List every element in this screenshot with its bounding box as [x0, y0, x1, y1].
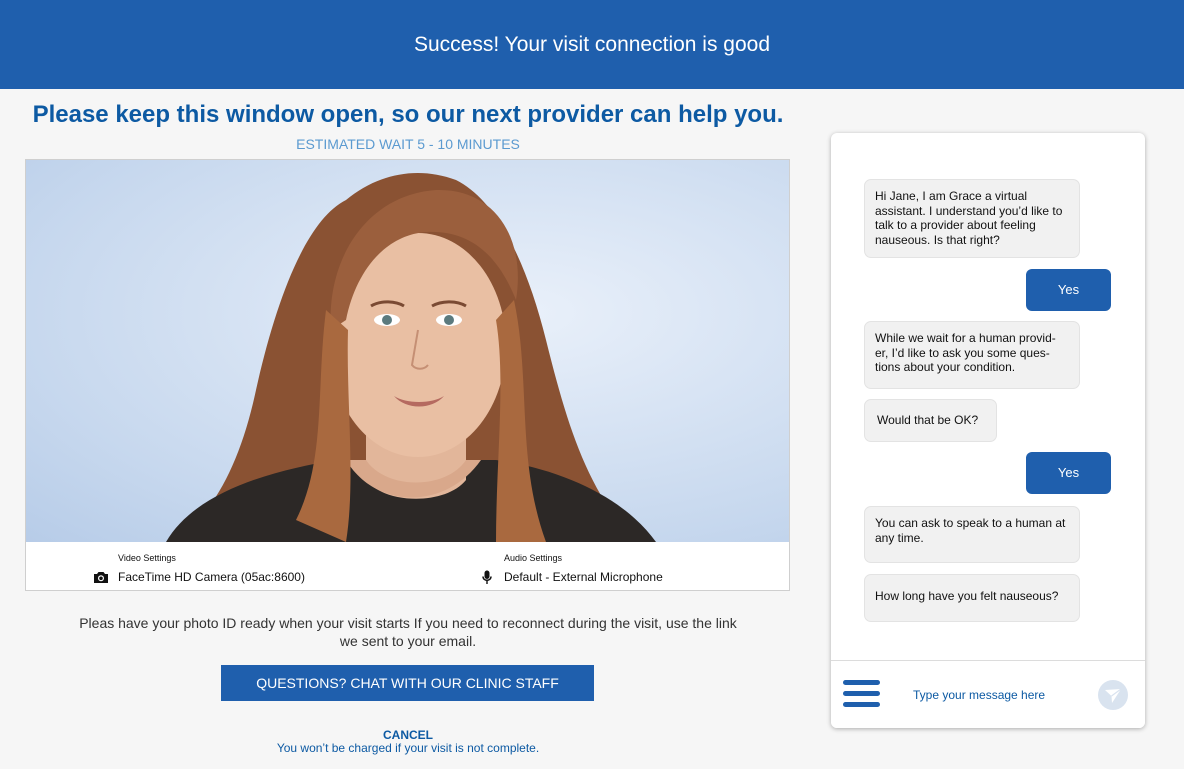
banner-text: Success! Your visit connection is good [413, 32, 771, 56]
patient-video-image [166, 172, 656, 542]
chat-message-bot: Would that be OK? [864, 399, 997, 442]
camera-icon [93, 571, 109, 589]
microphone-icon [482, 570, 492, 590]
cancel-label[interactable]: CANCEL [383, 728, 433, 742]
chat-message-user: Yes [1026, 452, 1111, 494]
video-settings-label: Video Settings [118, 553, 176, 563]
chat-message-bot: While we wait for a human provid-er, I’d… [864, 321, 1080, 389]
audio-settings-label: Audio Settings [504, 553, 563, 563]
microphone-select[interactable]: Default - External Microphone [504, 570, 663, 584]
device-settings-bar: Video Settings FaceTime HD Camera (05ac:… [26, 542, 789, 590]
wait-estimate: ESTIMATED WAIT 5 - 10 MINUTES [296, 136, 520, 152]
chat-message-bot: You can ask to speak to a human at any t… [864, 506, 1080, 563]
page-title: Please keep this window open, so our nex… [32, 101, 784, 128]
send-icon[interactable] [1098, 680, 1128, 710]
chat-panel: Hi Jane, I am Grace a virtual assistant.… [831, 133, 1145, 728]
chat-message-bot: How long have you felt nauseous? [864, 574, 1080, 622]
cancel-note: You won’t be charged if your visit is no… [276, 741, 540, 755]
chat-message-user: Yes [1026, 269, 1111, 311]
success-banner: Success! Your visit connection is good [0, 0, 1184, 89]
chat-message-input[interactable] [911, 683, 1090, 707]
video-preview [26, 160, 789, 542]
photo-id-note: Pleas have your photo ID ready when your… [79, 615, 737, 649]
chat-composer [831, 660, 1145, 728]
chat-message-bot: Hi Jane, I am Grace a virtual assistant.… [864, 179, 1080, 258]
video-preview-card: Video Settings FaceTime HD Camera (05ac:… [25, 159, 790, 591]
cancel-link[interactable]: CANCEL [0, 728, 816, 742]
menu-icon[interactable] [843, 679, 881, 711]
camera-select[interactable]: FaceTime HD Camera (05ac:8600) [118, 570, 305, 584]
chat-with-clinic-staff-button[interactable]: QUESTIONS? CHAT WITH OUR CLINIC STAFF [221, 665, 594, 701]
